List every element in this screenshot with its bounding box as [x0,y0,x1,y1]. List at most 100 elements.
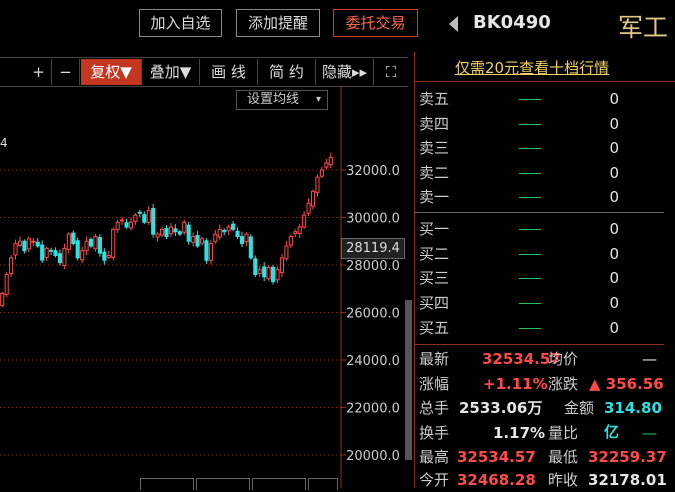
candle-body [53,250,58,256]
bid-row-5: 买五 0 [419,319,619,337]
kline-chart[interactable]: 设置均线 ▾ 4 32000.0 30000.0 28000.0 26000.0 240… [0,86,408,488]
avg-label: 均价 [548,350,579,368]
candle-body [213,233,218,243]
chg-value: ▲ 356.56 [589,375,664,393]
candle-body [208,243,213,261]
stats-divider [415,344,664,345]
indicator-tab-1[interactable] [140,478,194,490]
candle-body [235,230,240,237]
chg-label: 涨跌 [548,375,579,393]
candle-body [248,236,253,259]
simple-mode-button[interactable]: 简 约 [258,59,316,85]
candle-body [262,266,267,278]
volume-label: 总手 [419,399,450,417]
candle-body [22,240,27,252]
chart-canvas[interactable]: 32000.0 30000.0 28000.0 26000.0 24000.0 22000… [0,86,408,488]
candle-body [151,207,156,235]
candle-body [71,232,76,245]
candle-body [88,238,94,247]
candle-body [9,257,14,275]
level2-notice-link[interactable]: 仅需20元查看十档行情 [455,57,609,78]
indicator-tab-4[interactable] [308,478,338,490]
trade-button[interactable]: 委托交易 [333,9,418,37]
candle-body [239,236,245,245]
stock-code: BK0490 [473,12,551,33]
candle-body [195,235,200,247]
candle-body [222,229,227,233]
add-alert-button[interactable]: 添加提醒 [236,9,320,37]
current-price-tag: 28119.4 [341,238,405,259]
candle-body [40,244,45,261]
ask-row-2: 卖二 0 [419,164,619,182]
y-tick-label: 24000.0 [346,354,400,369]
divider [415,81,675,82]
prev-stock-icon[interactable] [449,16,458,32]
candle-body [266,266,271,280]
candle-body [231,223,236,230]
candle-body [182,221,187,233]
y-tick-label: 20000.0 [346,449,400,464]
candle-body [49,249,54,252]
candle-body [26,238,31,250]
candle-body [44,247,49,258]
y-tick-label: 26000.0 [346,307,400,322]
prev-close-value: 32178.01 [588,471,667,489]
candle-body [328,156,333,166]
top-bar: 加入自选 添加提醒 委托交易 BK0490 军工 [0,0,675,52]
candle-body [275,269,280,281]
candle-body [62,247,67,266]
candle-body [57,253,62,264]
y-tick-label: 28000.0 [346,259,400,274]
chart-scrollbar[interactable] [405,300,412,460]
candle-body [80,250,85,261]
candle-body [142,214,147,223]
candle-body [315,176,320,193]
ask-row-5: 卖五 0 [419,90,619,108]
stock-name: 军工 [618,13,669,42]
candle-body [128,221,134,229]
candle-body [257,269,262,275]
ratio-label: 量比 [548,424,579,442]
overlay-dropdown[interactable]: 叠加▼ [142,59,200,85]
indicator-tab-3[interactable] [252,478,306,490]
zoom-in-button[interactable]: + [26,59,52,85]
open-label: 今开 [419,471,450,489]
candle-body [66,233,71,250]
high-value: 32534.57 [457,448,536,466]
indicator-tab-2[interactable] [196,478,250,490]
candle-body [31,240,36,243]
candle-body [324,162,329,168]
chart-toolbar: + − 复权▼ 叠加▼ 画 线 简 约 隐藏▸▸ ⛶ [0,57,408,87]
candle-body [155,233,160,238]
candle-body [279,257,284,274]
hide-panel-button[interactable]: 隐藏▸▸ [316,59,374,85]
draw-line-button[interactable]: 画 线 [200,59,258,85]
ask-row-1: 卖一 0 [419,188,619,206]
candle-body [168,226,173,235]
add-watchlist-button[interactable]: 加入自选 [139,9,222,37]
candle-body [284,245,289,260]
candle-body [160,228,165,236]
candle-body [0,293,5,306]
candle-body [164,227,169,238]
candle-body [217,228,222,238]
candle-body [75,240,80,259]
candle-body [302,214,307,228]
amount-value: 314.80亿 [604,399,662,441]
candle-body [35,241,40,247]
candle-body [288,236,293,246]
bid-row-1: 买一 0 [419,220,619,238]
candle-body [271,266,276,283]
adjust-dropdown[interactable]: 复权▼ [81,59,142,85]
zoom-out-button[interactable]: − [52,59,80,85]
candle-body [120,219,125,222]
ask-row-3: 卖三 0 [419,139,619,157]
fullscreen-icon[interactable]: ⛶ [374,59,408,85]
candle-body [146,209,151,223]
candle-body [13,243,18,256]
ask-row-4: 卖四 0 [419,115,619,133]
quote-panel: 仅需20元查看十档行情 卖五 0 卖四 0 卖三 0 卖二 0 卖一 0 买一 0 买二 0 … [414,52,675,489]
candle-body [177,231,182,235]
candle-body [319,169,324,177]
high-label: 最高 [419,448,450,466]
